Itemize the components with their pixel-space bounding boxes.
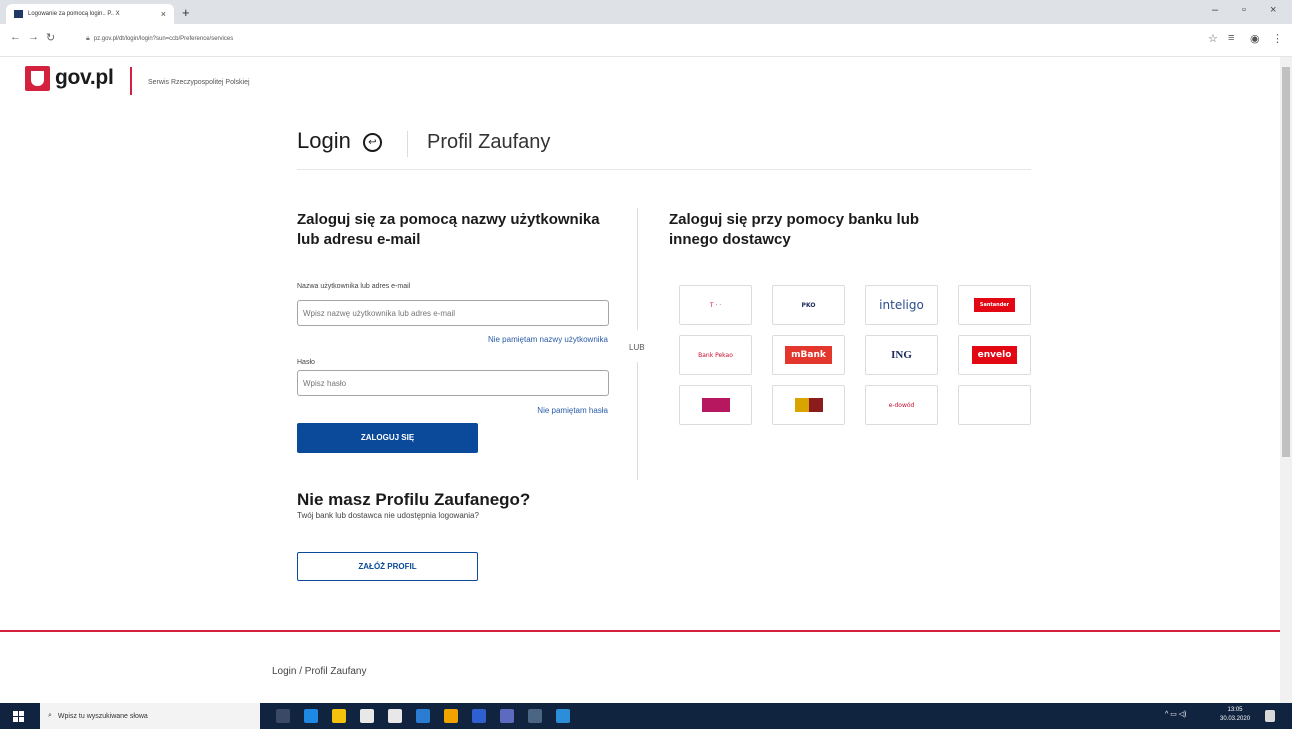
taskbar: ⌕ Wpisz tu wyszukiwane słowa ^ ▭ ◁) 13:0… bbox=[0, 703, 1292, 729]
scrollbar-thumb[interactable] bbox=[1282, 67, 1290, 457]
bank-logo: T · · bbox=[709, 301, 722, 309]
tab-favicon-icon bbox=[14, 10, 23, 18]
column-divider bbox=[637, 362, 638, 480]
clock-time: 13:05 bbox=[1227, 707, 1243, 713]
bank-tile-ing[interactable]: ING bbox=[865, 335, 938, 375]
bank-tile-bank-pekao[interactable]: Bank Pekao bbox=[679, 335, 752, 375]
username-label: Nazwa użytkownika lub adres e-mail bbox=[297, 283, 411, 290]
site-header: gov.pl Serwis Rzeczypospolitej Polskiej bbox=[0, 57, 1280, 115]
login-form-title: Zaloguj się za pomocą nazwy użytkownika … bbox=[297, 211, 600, 248]
or-separator: LUB bbox=[629, 343, 645, 352]
taskbar-search[interactable]: ⌕ Wpisz tu wyszukiwane słowa bbox=[40, 703, 260, 729]
login-button[interactable]: ZALOGUJ SIĘ bbox=[297, 423, 478, 453]
app-icon[interactable] bbox=[472, 709, 486, 723]
column-divider bbox=[637, 208, 638, 330]
breadcrumb: Login / Profil Zaufany bbox=[272, 666, 367, 677]
restore-button[interactable]: ▫ bbox=[1242, 4, 1246, 16]
username-input[interactable] bbox=[297, 300, 609, 326]
brand-login-text: Login bbox=[297, 128, 351, 153]
browser-tabbar: Logowanie za pomocą login.. P.. X × + – … bbox=[0, 0, 1292, 24]
clock-date: 30.03.2020 bbox=[1220, 716, 1251, 722]
login-arrow-icon: ↩ bbox=[363, 133, 382, 152]
bank-login-title: Zaloguj się przy pomocy banku lub innego… bbox=[669, 211, 920, 248]
bank-logo bbox=[794, 398, 823, 412]
bank-grid: T · · PKO inteligo Santander Bank Pekao mBank… bbox=[679, 285, 1031, 425]
bank-tile-mbank[interactable]: mBank bbox=[772, 335, 845, 375]
taskbar-clock[interactable]: 13:05 30.03.2020 bbox=[1220, 706, 1250, 724]
search-icon: ⌕ bbox=[48, 712, 52, 719]
mail-icon[interactable] bbox=[388, 709, 402, 723]
forgot-password-link[interactable]: Nie pamiętam hasła bbox=[537, 406, 608, 415]
file-explorer-icon[interactable] bbox=[332, 709, 346, 723]
edge-icon[interactable] bbox=[304, 709, 318, 723]
bank-logo: inteligo bbox=[879, 298, 924, 312]
forgot-username-link[interactable]: Nie pamiętam nazwy użytkownika bbox=[488, 335, 608, 344]
bank-tile-millennium[interactable] bbox=[679, 385, 752, 425]
brand-service-name: Profil Zaufany bbox=[427, 131, 551, 153]
bank-logo: Bank Pekao bbox=[698, 351, 733, 359]
minimize-button[interactable]: – bbox=[1212, 4, 1218, 16]
bank-logo: Santander bbox=[973, 298, 1016, 312]
extensions-icon[interactable]: ≡ bbox=[1228, 32, 1234, 44]
password-input[interactable] bbox=[297, 370, 609, 396]
back-icon[interactable]: ← bbox=[10, 31, 21, 43]
bank-tile-envelo[interactable]: envelo bbox=[958, 335, 1031, 375]
login-form: Zaloguj się za pomocą nazwy użytkownika … bbox=[297, 210, 609, 581]
bank-logo: mBank bbox=[785, 346, 832, 364]
no-profile-title: Nie masz Profilu Zaufanego? bbox=[297, 490, 531, 509]
system-tray[interactable]: ^ ▭ ◁) bbox=[1165, 710, 1187, 718]
app-icon[interactable] bbox=[528, 709, 542, 723]
new-tab-button[interactable]: + bbox=[182, 5, 190, 20]
profile-icon[interactable]: ◉ bbox=[1250, 32, 1260, 45]
bank-tile-inteligo[interactable]: inteligo bbox=[865, 285, 938, 325]
task-view-icon[interactable] bbox=[276, 709, 290, 723]
bank-tile-citi[interactable] bbox=[958, 385, 1031, 425]
address-bar: ← → ↻ 🔒︎ pz.gov.pl/dt/login/login?sun=cc… bbox=[0, 24, 1292, 57]
taskbar-search-text: Wpisz tu wyszukiwane słowa bbox=[57, 712, 148, 720]
bank-tile-pko[interactable]: PKO bbox=[772, 285, 845, 325]
app-icon[interactable] bbox=[416, 709, 430, 723]
url-text: pz.gov.pl/dt/login/login?sun=ccb/Prefere… bbox=[93, 36, 234, 42]
bank-tile-e-dow-d[interactable]: e-dowód bbox=[865, 385, 938, 425]
header-divider bbox=[130, 67, 132, 95]
footer-divider bbox=[0, 630, 1280, 632]
chrome-icon[interactable] bbox=[444, 709, 458, 723]
bank-logo: PKO bbox=[801, 301, 816, 309]
create-profile-button[interactable]: ZAŁÓŻ PROFIL bbox=[297, 552, 478, 581]
tab-close-icon[interactable]: × bbox=[161, 9, 166, 19]
logo-text[interactable]: gov.pl bbox=[55, 66, 114, 90]
bank-tile-credit-agricole[interactable] bbox=[772, 385, 845, 425]
store-icon[interactable] bbox=[360, 709, 374, 723]
bank-logo bbox=[701, 398, 730, 412]
lock-icon: 🔒︎ bbox=[86, 35, 90, 42]
brand-divider bbox=[407, 131, 408, 157]
menu-icon[interactable]: ⋮ bbox=[1272, 32, 1283, 45]
reload-icon[interactable]: ↻ bbox=[46, 31, 55, 44]
windows-start-icon[interactable] bbox=[13, 711, 24, 722]
bank-tile-santander[interactable]: Santander bbox=[958, 285, 1031, 325]
window-close-button[interactable]: × bbox=[1270, 4, 1276, 16]
brand-row: Login ↩ Profil Zaufany bbox=[297, 125, 1031, 170]
app-icon[interactable] bbox=[556, 709, 570, 723]
star-icon[interactable]: ☆ bbox=[1208, 32, 1218, 45]
password-label: Hasło bbox=[297, 359, 315, 366]
gov-emblem-icon[interactable] bbox=[25, 66, 50, 91]
app-icon[interactable] bbox=[500, 709, 514, 723]
bank-logo: ING bbox=[891, 349, 912, 361]
notifications-icon[interactable] bbox=[1265, 710, 1275, 722]
bank-logo: envelo bbox=[971, 346, 1018, 364]
scrollbar[interactable] bbox=[1280, 57, 1292, 703]
bank-logo: e-dowód bbox=[888, 401, 915, 409]
no-profile-subtitle: Twój bank lub dostawca nie udostępnia lo… bbox=[297, 511, 479, 520]
forward-icon[interactable]: → bbox=[28, 31, 39, 43]
tab-title: Logowanie za pomocą login.. P.. X bbox=[28, 11, 120, 17]
browser-tab[interactable]: Logowanie za pomocą login.. P.. X × bbox=[6, 4, 174, 24]
header-subtitle: Serwis Rzeczypospolitej Polskiej bbox=[148, 79, 250, 86]
bank-tile-t-mobile[interactable]: T · · bbox=[679, 285, 752, 325]
url-field[interactable]: 🔒︎ pz.gov.pl/dt/login/login?sun=ccb/Pref… bbox=[86, 29, 1186, 49]
